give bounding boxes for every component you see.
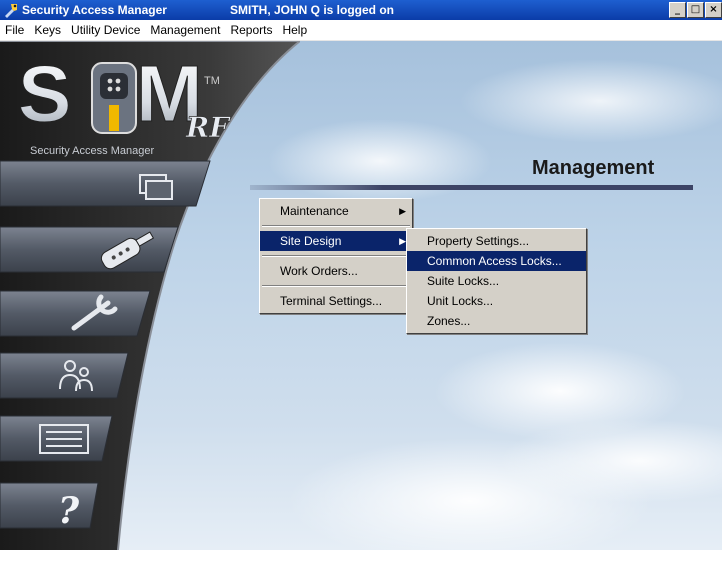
menu-item-label: Terminal Settings... [280,294,383,308]
nav-button-maintenance[interactable] [0,290,151,337]
minimize-button[interactable]: _ [669,2,686,18]
nav-button-folders[interactable] [0,160,211,207]
menu-separator [262,225,410,227]
bottom-strip [0,550,722,588]
help-icon: ? [58,490,80,532]
rf-suffix: RF [185,111,231,144]
submenu-item-common-access-locks[interactable]: Common Access Locks... [407,251,586,271]
menu-file[interactable]: File [0,23,29,37]
heading-divider [250,185,693,190]
menu-item-site-design[interactable]: Site Design ▶ [260,231,412,251]
menu-item-label: Work Orders... [280,264,358,278]
window-title: Security Access Manager [22,3,167,17]
submenu-arrow-icon: ▶ [399,206,406,216]
sidebar: S M TM RF Security Access Manager ? [0,41,300,550]
menu-separator [262,285,410,287]
menu-help[interactable]: Help [277,23,312,37]
menu-reports[interactable]: Reports [225,23,277,37]
maximize-button[interactable]: □ [687,2,704,18]
trademark-mark: TM [204,75,220,87]
close-button[interactable]: × [705,2,722,18]
menu-keys[interactable]: Keys [29,23,66,37]
nav-button-help[interactable]: ? [0,482,99,532]
menu-item-label: Site Design [280,234,342,248]
nav-button-reports[interactable] [0,415,113,462]
submenu-item-suite-locks[interactable]: Suite Locks... [407,271,586,291]
nav-button-users[interactable] [0,352,129,399]
svg-text:S: S [18,49,71,138]
menu-item-work-orders[interactable]: Work Orders... [260,261,412,281]
nav-button-keys[interactable] [0,226,179,273]
management-menu: Maintenance ▶ Site Design ▶ Work Orders.… [259,198,413,314]
menu-separator [262,255,410,257]
app-logo-icon [5,4,17,18]
title-bar: Security Access Manager SMITH, JOHN Q is… [0,0,722,20]
logo-tagline: Security Access Manager [30,145,154,157]
page-title: Management [532,157,655,179]
menu-item-terminal-settings[interactable]: Terminal Settings... [260,291,412,311]
window-controls: _ □ × [669,2,722,18]
submenu-item-unit-locks[interactable]: Unit Locks... [407,291,586,311]
menu-bar: File Keys Utility Device Management Repo… [0,20,722,41]
submenu-item-property-settings[interactable]: Property Settings... [407,231,586,251]
login-status: SMITH, JOHN Q is logged on [230,3,395,17]
menu-management[interactable]: Management [145,23,225,37]
menu-utility-device[interactable]: Utility Device [66,23,145,37]
submenu-item-zones[interactable]: Zones... [407,311,586,331]
site-design-submenu: Property Settings... Common Access Locks… [406,228,587,334]
menu-item-maintenance[interactable]: Maintenance ▶ [260,201,412,221]
submenu-arrow-icon: ▶ [399,236,406,246]
menu-item-label: Maintenance [280,204,349,218]
